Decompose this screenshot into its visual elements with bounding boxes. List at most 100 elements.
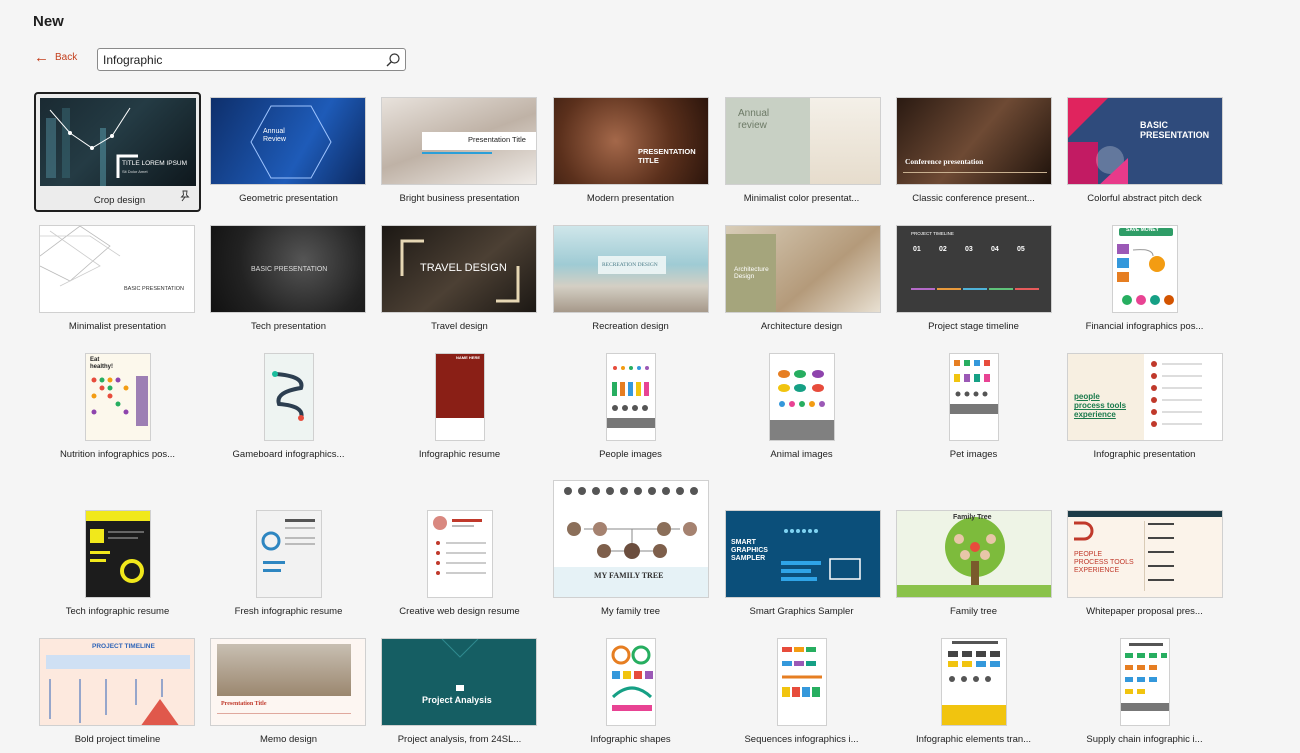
template-label: Architecture design: [760, 321, 843, 332]
template-label: Classic conference present...: [912, 193, 1035, 204]
template-tile[interactable]: Presentation Title Memo design: [205, 633, 372, 753]
template-label: Financial infographics pos...: [1085, 321, 1204, 332]
template-tile[interactable]: Project Analysis Project analysis, from …: [376, 633, 543, 753]
template-thumbnail: [606, 638, 656, 726]
template-thumbnail: Project Analysis: [381, 638, 537, 726]
thumbnail-title: Eat healthy!: [90, 357, 114, 370]
template-label: Creative web design resume: [399, 606, 520, 617]
template-tile[interactable]: PROJECT TIMELINE 01 02 03 04 05 Project …: [890, 220, 1057, 340]
template-tile[interactable]: Sequences infographics i...: [718, 633, 885, 753]
timeline-bar: [963, 288, 987, 290]
template-tile[interactable]: Family Tree Family tree: [890, 505, 1057, 625]
timeline-step: 02: [939, 246, 947, 253]
thumbnail-subtitle: Sit Dolor Amet: [122, 169, 148, 174]
thumbnail-title: Conference presentation: [905, 157, 984, 166]
search-input[interactable]: [103, 52, 383, 68]
template-thumbnail: SAVE MONEY: [1112, 225, 1178, 313]
template-tile[interactable]: MY FAMILY TREE My family tree: [547, 475, 714, 625]
template-label: Tech presentation: [251, 321, 326, 332]
thumbnail-divider: [217, 713, 351, 714]
back-button[interactable]: ← Back: [34, 50, 78, 65]
template-tile[interactable]: People images: [547, 348, 714, 468]
thumbnail-graphic: [441, 639, 479, 691]
thumbnail-graphic: [46, 107, 138, 186]
template-tile[interactable]: Supply chain infographic i...: [1061, 633, 1228, 753]
template-tile[interactable]: RECREATION DESIGN Recreation design: [547, 220, 714, 340]
template-tile[interactable]: SAVE MONEY Financial infographics pos...: [1061, 220, 1228, 340]
template-tile[interactable]: Animal images: [718, 348, 885, 468]
template-tile[interactable]: PRESENTATION TITLE Modern presentation: [547, 92, 714, 212]
template-label: Gameboard infographics...: [232, 449, 345, 460]
thumbnail-title: Presentation Title: [468, 135, 526, 144]
thumbnail-title: people process tools experience: [1074, 392, 1127, 420]
template-tile[interactable]: Infographic elements tran...: [890, 633, 1057, 753]
search-icon[interactable]: [385, 52, 401, 68]
timeline-bar: [911, 288, 935, 290]
template-tile[interactable]: Fresh infographic resume: [205, 505, 372, 625]
template-thumbnail: [949, 353, 999, 441]
template-tile[interactable]: NAME HERE Infographic resume: [376, 348, 543, 468]
template-tile[interactable]: Gameboard infographics...: [205, 348, 372, 468]
template-tile[interactable]: Pet images: [890, 348, 1057, 468]
thumbnail-title: BASIC PRESENTATION: [124, 286, 185, 292]
template-tile[interactable]: Annual review Minimalist color presentat…: [718, 92, 885, 212]
timeline-step: 04: [991, 246, 999, 253]
template-tile[interactable]: SMART GRAPHICS SAMPLER Smart Graphics Sa…: [718, 505, 885, 625]
template-tile[interactable]: Conference presentation Classic conferen…: [890, 92, 1057, 212]
template-thumbnail: [264, 353, 314, 441]
thumbnail-title: Presentation Title: [221, 701, 267, 707]
template-label: Minimalist color presentat...: [743, 193, 860, 204]
template-thumbnail: Conference presentation: [896, 97, 1052, 185]
template-tile[interactable]: BASIC PRESENTATION Colorful abstract pit…: [1061, 92, 1228, 212]
thumbnail-graphic: [950, 360, 998, 414]
template-tile[interactable]: PROJECT TIMELINE Bold project timeline: [34, 633, 201, 753]
template-tile[interactable]: Architecture Design Architecture design: [718, 220, 885, 340]
page-title: New: [33, 13, 64, 30]
timeline-step: 01: [913, 246, 921, 253]
template-tile[interactable]: BASIC PRESENTATION Tech presentation: [205, 220, 372, 340]
pin-icon[interactable]: [179, 190, 191, 202]
thumbnail-title: PROJECT TIMELINE: [911, 231, 954, 236]
template-tile[interactable]: Tech infographic resume: [34, 505, 201, 625]
template-thumbnail: Presentation Title: [210, 638, 366, 726]
template-thumbnail: NAME HERE: [435, 353, 485, 441]
thumbnail-title: BASIC PRESENTATION: [1140, 120, 1210, 141]
template-tile[interactable]: BASIC PRESENTATION Minimalist presentati…: [34, 220, 201, 340]
thumbnail-divider: [1144, 521, 1145, 591]
template-tile[interactable]: TITLE LOREM IPSUM Sit Dolor Amet Crop de…: [34, 92, 201, 212]
thumbnail-graphic: [781, 529, 861, 581]
thumbnail-accent: [422, 152, 492, 154]
template-tile[interactable]: Infographic shapes: [547, 633, 714, 753]
template-tile[interactable]: PEOPLE PROCESS TOOLS EXPERIENCE Whitepap…: [1061, 505, 1228, 625]
template-thumbnail: PROJECT TIMELINE 01 02 03 04 05: [896, 225, 1052, 313]
thumbnail-graphic: [897, 517, 1051, 597]
thumbnail-title: Family Tree: [953, 514, 992, 521]
thumbnail-title: PEOPLE PROCESS TOOLS EXPERIENCE: [1074, 551, 1134, 575]
template-tile[interactable]: TRAVEL DESIGN Travel design: [376, 220, 543, 340]
thumbnail-title: Architecture Design: [734, 266, 769, 281]
template-tile[interactable]: Eat healthy! Nutrition infographics pos.…: [34, 348, 201, 468]
thumbnail-photo: [810, 98, 880, 184]
template-label: Smart Graphics Sampler: [749, 606, 854, 617]
thumbnail-graphic: [942, 641, 1006, 725]
template-tile[interactable]: Annual Review Geometric presentation: [205, 92, 372, 212]
template-tile[interactable]: Presentation Title Bright business prese…: [376, 92, 543, 212]
thumbnail-title: TITLE LOREM IPSUM: [122, 160, 188, 167]
timeline-bar: [937, 288, 961, 290]
template-thumbnail: [1120, 638, 1170, 726]
thumbnail-graphic: [86, 511, 150, 583]
back-label: Back: [55, 52, 78, 63]
timeline-bar: [1015, 288, 1039, 290]
template-thumbnail: [769, 353, 835, 441]
template-label: Sequences infographics i...: [744, 734, 859, 745]
thumbnail-graphic: [1074, 521, 1094, 541]
template-thumbnail: PRESENTATION TITLE: [553, 97, 709, 185]
thumbnail-photo: [217, 644, 351, 696]
template-label: Travel design: [431, 321, 488, 332]
thumbnail-graphic: [1121, 643, 1169, 711]
template-tile[interactable]: people process tools experience Infograp…: [1061, 348, 1228, 468]
template-tile[interactable]: Creative web design resume: [376, 505, 543, 625]
template-thumbnail: MY FAMILY TREE: [553, 480, 709, 598]
thumbnail-title: PRESENTATION TITLE: [638, 147, 696, 165]
search-box[interactable]: [97, 48, 406, 71]
